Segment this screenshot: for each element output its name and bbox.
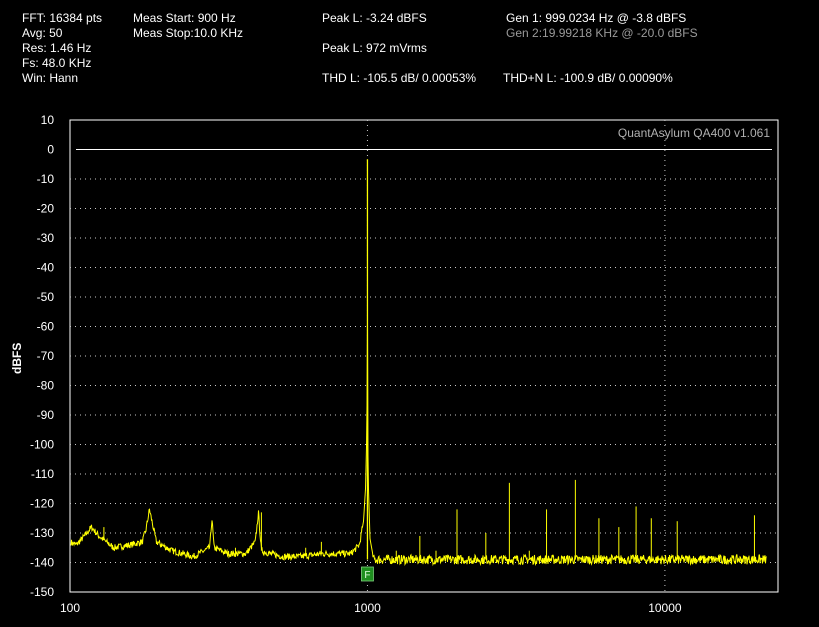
y-tick-label: -140	[30, 556, 54, 570]
y-tick-label: -10	[37, 172, 55, 186]
y-axis-label: dBFS	[10, 342, 24, 374]
fundamental-marker-label: F	[364, 570, 370, 581]
y-tick-label: -40	[37, 261, 55, 275]
y-tick-label: -30	[37, 231, 55, 245]
watermark-text: QuantAsylum QA400 v1.061	[618, 126, 770, 140]
y-tick-label: -150	[30, 585, 54, 599]
y-tick-label: 10	[41, 113, 55, 127]
y-tick-label: -60	[37, 320, 55, 334]
y-tick-label: -120	[30, 497, 54, 511]
y-tick-label: -80	[37, 379, 55, 393]
y-tick-label: -70	[37, 349, 55, 363]
plot-frame	[69, 119, 779, 593]
y-tick-label: -100	[30, 438, 54, 452]
y-tick-label: -90	[37, 408, 55, 422]
y-tick-label: -50	[37, 290, 55, 304]
x-tick-label: 10000	[648, 601, 682, 615]
y-tick-label: -110	[31, 467, 54, 481]
x-tick-label: 100	[60, 601, 80, 615]
y-tick-label: -20	[37, 202, 55, 216]
spectrum-chart: 100-10-20-30-40-50-60-70-80-90-100-110-1…	[30, 113, 779, 615]
y-tick-label: -130	[30, 526, 54, 540]
y-tick-label: 0	[47, 143, 54, 157]
x-tick-label: 1000	[354, 601, 381, 615]
